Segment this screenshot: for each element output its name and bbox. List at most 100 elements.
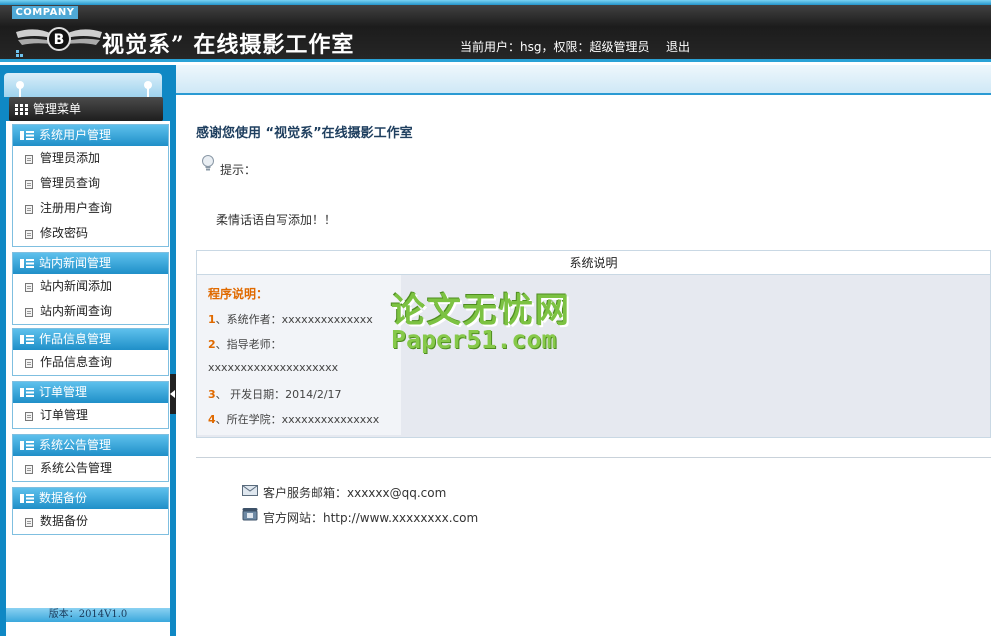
document-icon — [25, 359, 33, 368]
line-text: 、指导老师： — [215, 338, 282, 351]
menu-group-backup: 数据备份 数据备份 — [12, 487, 169, 535]
list-icon — [20, 388, 34, 397]
menu-item-label: 系统公告管理 — [40, 461, 113, 475]
list-icon — [20, 494, 34, 503]
program-line: 1、系统作者：xxxxxxxxxxxxxx — [208, 311, 373, 327]
menu-group-label: 作品信息管理 — [39, 332, 112, 346]
menu-title: 管理菜单 — [9, 97, 163, 121]
sidebar: 管理菜单 系统用户管理 管理员添加 管理员查询 注册用户查询 修改密码 站内新闻… — [0, 65, 176, 636]
menu-item-label: 作品信息查询 — [40, 355, 113, 369]
menu-item-label: 数据备份 — [40, 514, 89, 528]
menu-item-news-query[interactable]: 站内新闻查询 — [13, 299, 168, 324]
line-text: 、系统作者：xxxxxxxxxxxxxx — [215, 313, 373, 326]
program-line: 3、 开发日期：2014/2/17 — [208, 386, 342, 402]
line-text: xxxxxxxxxxxxxxxxxxxx — [208, 361, 339, 374]
support-email: 客户服务邮箱：xxxxxx@qq.com — [263, 486, 447, 500]
menu-group-title[interactable]: 数据备份 — [13, 488, 168, 509]
mail-icon — [242, 485, 258, 496]
document-icon — [25, 180, 33, 189]
program-title: 程序说明： — [208, 287, 269, 301]
menu-item-label: 管理员添加 — [40, 151, 101, 165]
document-icon — [25, 465, 33, 474]
program-line: 4、所在学院：xxxxxxxxxxxxxxx — [208, 411, 379, 427]
menu-title-label: 管理菜单 — [33, 102, 82, 116]
menu-group-works: 作品信息管理 作品信息查询 — [12, 328, 169, 376]
line-number: 3 — [208, 388, 216, 401]
menu-item-backup[interactable]: 数据备份 — [13, 509, 168, 534]
menu-item-orders[interactable]: 订单管理 — [13, 403, 168, 428]
menu-group-orders: 订单管理 订单管理 — [12, 381, 169, 429]
list-icon — [20, 441, 34, 450]
watermark-en: Paper51.com — [391, 325, 557, 354]
menu-item-label: 注册用户查询 — [40, 201, 113, 215]
content-toolbar — [162, 65, 991, 95]
lightbulb-icon — [202, 155, 214, 171]
menu-group-announcements: 系统公告管理 系统公告管理 — [12, 434, 169, 482]
menu-item-works-query[interactable]: 作品信息查询 — [13, 350, 168, 375]
menu-item-label: 订单管理 — [40, 408, 89, 422]
phone-icon — [242, 508, 258, 521]
line-number: 4 — [208, 413, 216, 426]
company-badge: COMPANY — [12, 6, 78, 19]
document-icon — [25, 230, 33, 239]
program-line: xxxxxxxxxxxxxxxxxxxx — [208, 361, 338, 374]
main-content: 感谢您使用 “视觉系”在线摄影工作室 提示： 柔情话语自写添加！！ 系统说明 程… — [176, 97, 991, 636]
program-line: 2、指导老师： — [208, 336, 282, 352]
divider — [196, 457, 991, 458]
menu-group-title[interactable]: 系统用户管理 — [13, 125, 168, 146]
menu-item-admin-add[interactable]: 管理员添加 — [13, 146, 168, 171]
line-number: 1 — [208, 313, 216, 326]
line-text: 、 开发日期：2014/2/17 — [215, 388, 342, 401]
svg-text:B: B — [54, 32, 65, 48]
menu-group-label: 系统用户管理 — [39, 128, 112, 142]
menu-group-label: 站内新闻管理 — [39, 256, 112, 270]
grid-icon — [15, 104, 28, 115]
program-description: 程序说明： 1、系统作者：xxxxxxxxxxxxxx 2、指导老师： xxxx… — [197, 275, 401, 435]
list-icon — [20, 335, 34, 344]
dots-icon — [16, 50, 23, 57]
menu-item-admin-query[interactable]: 管理员查询 — [13, 171, 168, 196]
list-icon — [20, 259, 34, 268]
tip-label: 提示： — [220, 163, 257, 177]
line-text: 、所在学院：xxxxxxxxxxxxxxx — [215, 413, 380, 426]
document-icon — [25, 205, 33, 214]
tip-text: 柔情话语自写添加！！ — [216, 213, 337, 227]
menu-item-label: 修改密码 — [40, 226, 89, 240]
list-icon — [20, 131, 34, 140]
menu-group-label: 订单管理 — [39, 385, 88, 399]
sidebar-top-bar — [4, 73, 162, 97]
line-number: 2 — [208, 338, 216, 351]
system-description-table: 系统说明 程序说明： 1、系统作者：xxxxxxxxxxxxxx 2、指导老师：… — [196, 250, 991, 438]
document-icon — [25, 155, 33, 164]
menu-item-registered-users[interactable]: 注册用户查询 — [13, 196, 168, 221]
site-title: 视觉系” 在线摄影工作室 — [102, 32, 355, 58]
header-topline — [0, 0, 991, 5]
table-header: 系统说明 — [197, 251, 990, 275]
winged-b-logo-icon: B — [16, 27, 102, 51]
menu-group-news: 站内新闻管理 站内新闻添加 站内新闻查询 — [12, 252, 169, 325]
menu-item-change-password[interactable]: 修改密码 — [13, 221, 168, 246]
header: COMPANY B 视觉系” 在线摄影工作室 当前用户：hsg，权限：超级管理员… — [0, 0, 991, 62]
menu-group-title[interactable]: 站内新闻管理 — [13, 253, 168, 274]
current-user-info: 当前用户：hsg，权限：超级管理员 — [460, 40, 650, 54]
watermark: 论文无忧网 Paper51.com — [391, 283, 605, 361]
document-icon — [25, 412, 33, 421]
menu-item-label: 管理员查询 — [40, 176, 101, 190]
menu-group-label: 系统公告管理 — [39, 438, 112, 452]
document-icon — [25, 518, 33, 527]
menu-item-news-add[interactable]: 站内新闻添加 — [13, 274, 168, 299]
menu-group-title[interactable]: 作品信息管理 — [13, 329, 168, 350]
menu-group-title[interactable]: 订单管理 — [13, 382, 168, 403]
menu-item-label: 站内新闻添加 — [40, 279, 113, 293]
menu-item-announcements[interactable]: 系统公告管理 — [13, 456, 168, 481]
menu-group-label: 数据备份 — [39, 491, 88, 505]
logout-link[interactable]: 退出 — [666, 38, 690, 55]
official-website[interactable]: 官方网站：http://www.xxxxxxxx.com — [263, 509, 478, 526]
menu-item-label: 站内新闻查询 — [40, 304, 113, 318]
document-icon — [25, 308, 33, 317]
document-icon — [25, 283, 33, 292]
welcome-heading: 感谢您使用 “视觉系”在线摄影工作室 — [196, 126, 413, 141]
menu-group-title[interactable]: 系统公告管理 — [13, 435, 168, 456]
version-label: 版本：2014V1.0 — [6, 608, 170, 622]
menu-group-system-users: 系统用户管理 管理员添加 管理员查询 注册用户查询 修改密码 — [12, 124, 169, 247]
